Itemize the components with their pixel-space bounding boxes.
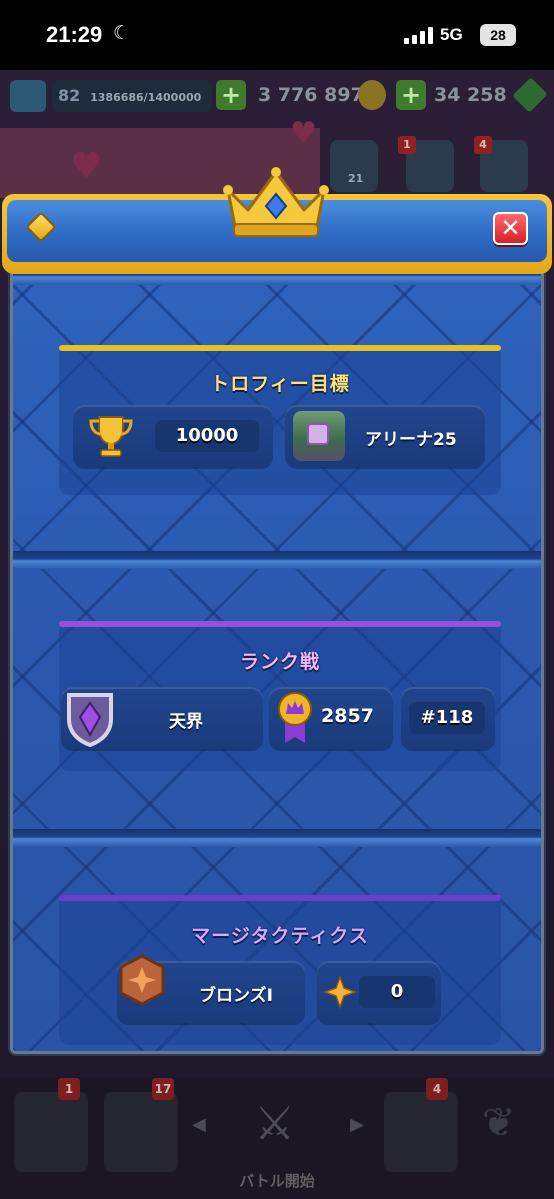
- nav-right-arrow-icon[interactable]: ▶: [350, 1114, 364, 1135]
- rank-label: #118: [409, 702, 485, 734]
- xp-bar: 82 1386686/1400000: [52, 80, 212, 112]
- tactics-bar: [59, 895, 501, 901]
- medals-pill[interactable]: 2857: [269, 687, 393, 749]
- section-divider: [13, 551, 541, 569]
- section-divider: [13, 829, 541, 847]
- rank-pill[interactable]: #118: [401, 687, 495, 749]
- clan-badge: 4: [426, 1078, 448, 1100]
- ranked-bar: [59, 621, 501, 627]
- arena-label: アリーナ25: [365, 430, 457, 450]
- close-button[interactable]: ✕: [493, 212, 528, 245]
- top-hud: 82 1386686/1400000 + 3 776 897 + 34 258: [0, 72, 554, 122]
- battle-label: バトル開始: [239, 1172, 315, 1190]
- crown-icon: [223, 167, 329, 237]
- gold-coin-icon: [358, 80, 386, 110]
- bronze-badge-icon: [119, 954, 165, 1006]
- gold-label: 3 776 897: [258, 84, 364, 106]
- nav-shop[interactable]: [14, 1092, 88, 1172]
- trophy-goal-value: 10000: [155, 420, 259, 452]
- nav-clan[interactable]: [384, 1092, 458, 1172]
- level-label: 82: [58, 86, 81, 105]
- add-gold-button[interactable]: +: [396, 80, 426, 110]
- close-icon: ✕: [500, 214, 521, 242]
- tactics-tier-pill[interactable]: ブロンズI: [117, 954, 305, 1023]
- star-icon: [323, 975, 357, 1009]
- nav-battle[interactable]: ⚔: [236, 1092, 326, 1172]
- bottom-nav: 1 17 ◀ ⚔ ▶ バトル開始 4 ❦: [0, 1078, 554, 1199]
- friends-button[interactable]: 21: [330, 140, 378, 192]
- medal-value: 2857: [321, 705, 374, 727]
- news-badge: 1: [398, 136, 416, 154]
- heart-icon: ♥: [290, 116, 317, 151]
- medal-icon: [278, 692, 312, 743]
- gems-label: 34 258: [434, 84, 507, 106]
- battery-icon: 28: [480, 24, 516, 46]
- add-xp-button[interactable]: +: [216, 80, 246, 110]
- trophy-section-title: トロフィー目標: [210, 373, 350, 395]
- arena-icon: [293, 411, 345, 461]
- shop-badge: 1: [58, 1078, 80, 1100]
- trophy-icon: [89, 416, 133, 457]
- signal-icon: [404, 27, 433, 44]
- status-time: 21:29: [46, 22, 103, 47]
- trophy-goal-pill[interactable]: 10000: [73, 405, 273, 467]
- nav-events[interactable]: ❦: [470, 1092, 544, 1172]
- network-label: 5G: [440, 25, 463, 44]
- nav-left-arrow-icon[interactable]: ◀: [192, 1114, 206, 1135]
- tactics-tier-label: ブロンズI: [199, 986, 273, 1006]
- friends-count: 21: [348, 172, 364, 185]
- king-tower-icon: [10, 80, 46, 112]
- league-shield-icon: [67, 693, 113, 747]
- trophy-bar: [59, 345, 501, 351]
- ranked-section-title: ランク戦: [239, 651, 320, 673]
- xp-label: 1386686/1400000: [90, 91, 202, 104]
- laurel-icon: ❦: [482, 1100, 516, 1146]
- cards-badge: 17: [152, 1078, 174, 1100]
- league-pill[interactable]: 天界: [61, 687, 263, 749]
- tactics-section-title: マージタクティクス: [191, 925, 369, 947]
- moon-icon: ☾: [113, 23, 131, 44]
- nav-cards[interactable]: [104, 1092, 178, 1172]
- tactics-star-value: 0: [359, 976, 435, 1008]
- league-name: 天界: [169, 712, 203, 732]
- arena-pill[interactable]: アリーナ25: [285, 405, 485, 467]
- tactics-stars-pill[interactable]: 0: [317, 961, 441, 1023]
- menu-badge: 4: [474, 136, 492, 154]
- heart-icon: ♥: [70, 146, 103, 187]
- status-bar: 21:29 ☾ 5G 28: [0, 0, 554, 70]
- gem-icon: [512, 77, 548, 113]
- trophy-modal: トロフィー目標 10000 アリーナ25 ランク戦 天界 2857 #118 マ…: [10, 256, 544, 1054]
- crossed-swords-icon: ⚔: [254, 1096, 296, 1150]
